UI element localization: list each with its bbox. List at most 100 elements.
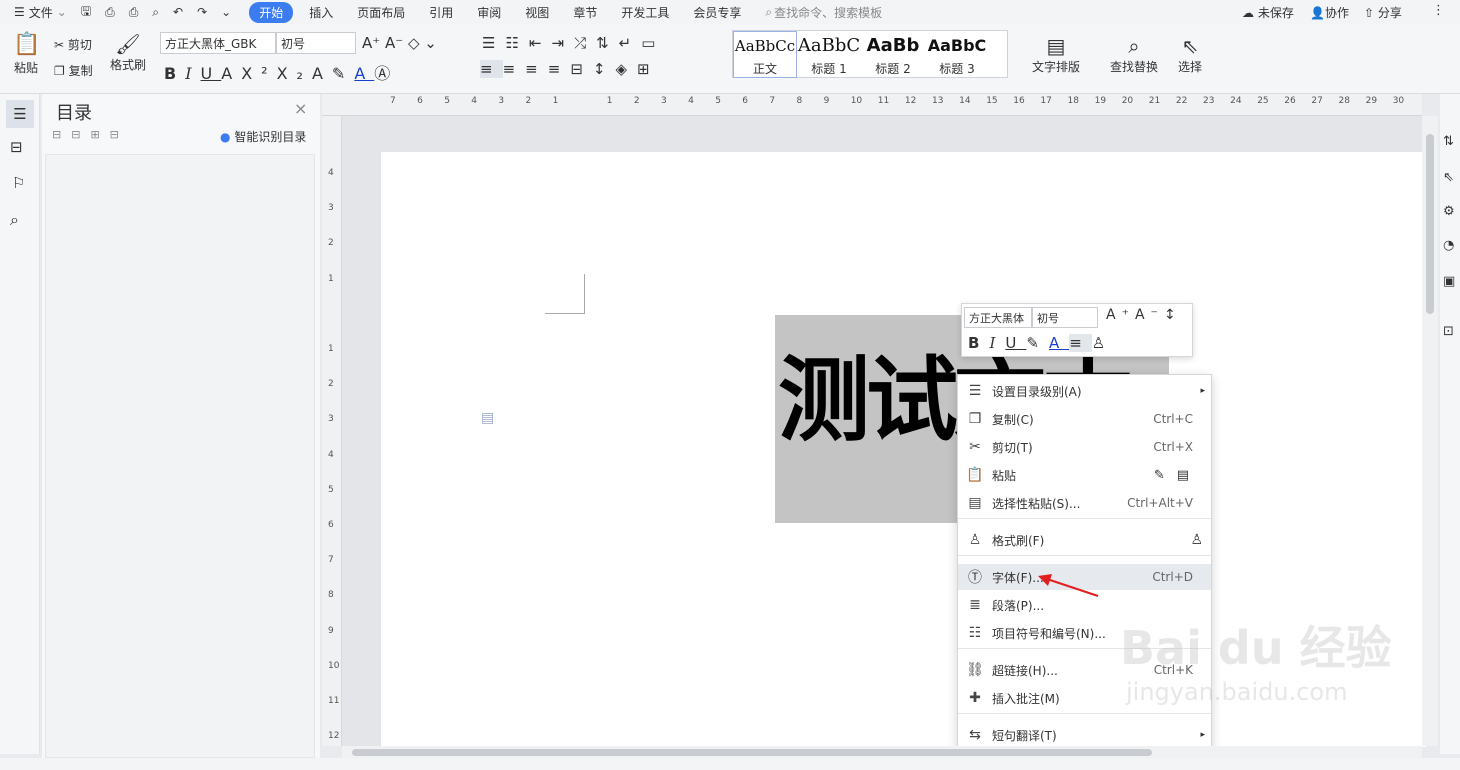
chinese-layout-icon[interactable]: ⤮ xyxy=(574,34,596,52)
tab-view[interactable]: 视图 xyxy=(525,4,549,21)
undo-icon[interactable]: ↶ xyxy=(173,5,183,19)
tab-review[interactable]: 审阅 xyxy=(477,4,501,21)
show-marks-icon[interactable]: ↵ xyxy=(619,34,642,52)
sort-icon[interactable]: ⇅ xyxy=(596,34,619,52)
strikethrough-icon[interactable]: A xyxy=(221,64,241,83)
paste-button[interactable]: 📋 粘贴 xyxy=(12,32,42,76)
hscroll-thumb[interactable] xyxy=(352,749,1152,756)
context-menu-item[interactable]: 📋 粘贴 ✎▤ xyxy=(958,462,1211,488)
scroll-thumb[interactable] xyxy=(1426,134,1434,314)
print-preview-icon[interactable]: ⌕ xyxy=(152,5,159,20)
tab-references[interactable]: 引用 xyxy=(429,4,453,21)
superscript-icon[interactable]: X² xyxy=(241,64,276,83)
side-tool-icon[interactable]: ⇅ xyxy=(1443,134,1454,149)
export-pdf-icon[interactable]: ⎙ xyxy=(105,5,115,20)
tab-layout[interactable]: 页面布局 xyxy=(357,4,405,21)
grow-font-icon[interactable]: A⁺ xyxy=(1106,307,1135,323)
style-heading3[interactable]: AaBbC 标题 3 xyxy=(925,32,989,77)
file-menu[interactable]: 文件 xyxy=(29,4,53,21)
char-border-icon[interactable]: Ⓐ xyxy=(374,64,399,83)
grow-font-icon[interactable]: A⁺ xyxy=(362,34,380,52)
bookmark-icon[interactable]: ⚐ xyxy=(12,174,25,192)
vertical-ruler[interactable]: 4 3 2 1 1 2 3 4 5 6 7 8 9 10 11 12 xyxy=(322,116,342,746)
brush-icon[interactable]: ♙ xyxy=(1092,334,1115,352)
close-icon[interactable]: × xyxy=(294,99,307,118)
font-size-select[interactable]: 初号 xyxy=(276,32,356,54)
font-color-icon[interactable]: A xyxy=(1049,334,1069,352)
add-icon[interactable]: ⊞ xyxy=(90,128,109,141)
distributed-icon[interactable]: ⊟ xyxy=(570,60,593,78)
style-heading1[interactable]: AaBbC 标题 1 xyxy=(797,32,861,77)
ruler-icon[interactable]: ▭ xyxy=(641,34,665,52)
collab-button[interactable]: 👤协作 xyxy=(1310,4,1349,21)
line-spacing-icon[interactable]: ↕ xyxy=(593,60,616,78)
share-side-icon[interactable]: ⊡ xyxy=(1443,324,1454,339)
align-icon[interactable]: ≡ xyxy=(1069,334,1092,352)
brush-icon[interactable]: ♙ xyxy=(1190,532,1203,548)
align-right-icon[interactable]: ≡ xyxy=(525,60,548,78)
increase-indent-icon[interactable]: ⇥ xyxy=(551,34,574,52)
settings-icon[interactable]: ⚙ xyxy=(1443,204,1455,219)
italic-icon[interactable]: I xyxy=(185,64,200,83)
line-spacing-icon[interactable]: ↕ xyxy=(1164,307,1182,323)
remove-icon[interactable]: ⊟ xyxy=(110,128,129,141)
text-effect-icon[interactable]: A xyxy=(312,64,332,83)
shrink-font-icon[interactable]: A⁻ xyxy=(1135,307,1164,323)
bullets-icon[interactable]: ☰ xyxy=(482,34,505,52)
text-layout-button[interactable]: ▤ 文字排版 xyxy=(1026,34,1086,75)
horizontal-scrollbar[interactable] xyxy=(342,746,1422,758)
tab-home[interactable]: 开始 xyxy=(249,1,294,23)
underline-icon[interactable]: U xyxy=(201,64,222,83)
command-search[interactable]: 查找命令、搜索模板 xyxy=(774,4,882,21)
pinyin-icon[interactable]: ⌄ xyxy=(424,34,437,52)
justify-icon[interactable]: ≡ xyxy=(548,60,571,78)
context-menu-item[interactable]: ☰ 设置目录级别(A) ▸ xyxy=(958,378,1211,404)
paste-option-icons[interactable]: ✎▤ xyxy=(1154,468,1201,483)
mini-font-select[interactable]: 方正大黑体 xyxy=(964,307,1032,328)
print-icon[interactable]: ⎙ xyxy=(129,5,139,20)
subscript-icon[interactable]: X₂ xyxy=(277,64,312,83)
redo-icon[interactable]: ↷ xyxy=(197,5,207,19)
context-menu-item[interactable]: ❐ 复制(C) Ctrl+C xyxy=(958,406,1211,432)
shading-icon[interactable]: ◈ xyxy=(615,60,637,78)
highlight-icon[interactable]: ✎ xyxy=(332,64,354,83)
cut-button[interactable]: ✂ 剪切 xyxy=(54,36,92,53)
align-center-icon[interactable]: ≡ xyxy=(503,60,526,78)
tab-insert[interactable]: 插入 xyxy=(309,4,333,21)
style-normal[interactable]: AaBbCc 正文 xyxy=(733,31,797,78)
search-icon[interactable]: ⌕ xyxy=(10,210,19,230)
expand-icon[interactable]: ⊟ xyxy=(52,128,71,141)
context-menu-item[interactable]: ♙ 格式刷(F) ♙ xyxy=(958,527,1211,553)
borders-icon[interactable]: ⊞ xyxy=(637,60,660,78)
format-painter-button[interactable]: 🖌 格式刷 xyxy=(108,32,148,73)
shrink-font-icon[interactable]: A⁻ xyxy=(385,34,403,52)
underline-icon[interactable]: U xyxy=(1005,334,1026,352)
save-icon[interactable]: 🖫 xyxy=(81,2,91,23)
font-color-icon[interactable]: A xyxy=(354,64,374,83)
more-icon[interactable]: ⌄ xyxy=(221,5,231,19)
tab-section[interactable]: 章节 xyxy=(573,4,597,21)
collapse-icon[interactable]: ⊟ xyxy=(71,128,90,141)
clear-format-icon[interactable]: ◇ xyxy=(408,34,420,52)
image-icon[interactable]: ▣ xyxy=(1443,274,1455,289)
more-menu-icon[interactable]: ⋮ xyxy=(1432,3,1445,18)
context-menu-item[interactable]: ▤ 选择性粘贴(S)... Ctrl+Alt+V xyxy=(958,490,1211,516)
bold-icon[interactable]: B xyxy=(164,64,185,83)
copy-button[interactable]: ❐ 复制 xyxy=(54,62,93,79)
decrease-indent-icon[interactable]: ⇤ xyxy=(529,34,552,52)
tab-developer[interactable]: 开发工具 xyxy=(621,4,669,21)
italic-icon[interactable]: I xyxy=(989,334,1005,352)
cursor-icon[interactable]: ⇖ xyxy=(1443,170,1454,185)
paste-options-icon[interactable]: ▤ xyxy=(481,410,494,426)
unsaved-status[interactable]: ☁ 未保存 xyxy=(1242,4,1294,21)
highlight-icon[interactable]: ✎ xyxy=(1026,334,1049,352)
style-heading2[interactable]: AaBb 标题 2 xyxy=(861,32,925,77)
vertical-scrollbar[interactable] xyxy=(1422,116,1438,746)
bold-icon[interactable]: B xyxy=(968,334,989,352)
font-name-select[interactable]: 方正大黑体_GBK xyxy=(160,32,276,54)
align-left-icon[interactable]: ≡ xyxy=(480,60,503,78)
outline-icon[interactable]: ⊟ xyxy=(10,138,23,156)
context-menu-item[interactable]: ✂ 剪切(T) Ctrl+X xyxy=(958,434,1211,460)
chevron-down-icon[interactable]: ⌄ xyxy=(57,5,67,19)
toc-panel-icon[interactable]: ☰ xyxy=(6,100,34,128)
